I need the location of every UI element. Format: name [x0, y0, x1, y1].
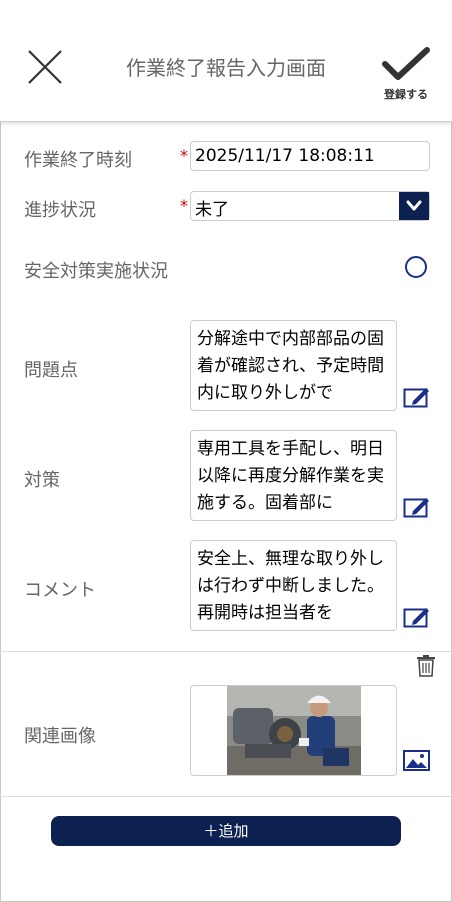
- image-icon[interactable]: [403, 750, 430, 771]
- progress-select[interactable]: 未了: [190, 191, 430, 221]
- trash-icon[interactable]: [415, 654, 437, 678]
- problem-label: 問題点: [24, 360, 78, 381]
- problem-textarea[interactable]: 分解途中で内部部品の固着が確認され、予定時間内に取り外しがで: [190, 320, 397, 411]
- save-label: 登録する: [384, 88, 428, 101]
- related-image-box[interactable]: [190, 685, 397, 776]
- progress-value: 未了: [195, 200, 229, 220]
- save-button[interactable]: 登録する: [376, 44, 436, 110]
- checkmark-icon: [382, 47, 430, 80]
- edit-icon[interactable]: [403, 495, 431, 519]
- safety-label: 安全対策実施状況: [24, 261, 168, 282]
- header-bar: 作業終了報告入力画面 登録する: [0, 0, 452, 122]
- measure-label: 対策: [24, 470, 60, 491]
- chevron-down-icon[interactable]: [399, 192, 429, 220]
- page-title: 作業終了報告入力画面: [126, 56, 326, 80]
- section-divider: [0, 651, 452, 652]
- edit-icon[interactable]: [403, 605, 431, 629]
- end-time-field[interactable]: 2025/11/17 18:08:11: [190, 141, 430, 171]
- section-divider: [0, 796, 452, 797]
- measure-textarea[interactable]: 専用工具を手配し、明日以降に再度分解作業を実施する。固着部に: [190, 430, 397, 521]
- required-mark: *: [180, 196, 188, 215]
- progress-label: 進捗状況: [24, 200, 96, 221]
- add-button[interactable]: ＋追加: [51, 816, 401, 846]
- close-icon[interactable]: [24, 46, 66, 88]
- edit-icon[interactable]: [403, 385, 431, 409]
- comment-label: コメント: [24, 580, 96, 601]
- required-mark: *: [180, 146, 188, 165]
- end-time-label: 作業終了時刻: [24, 150, 132, 171]
- comment-textarea[interactable]: 安全上、無理な取り外しは行わず中断しました。再開時は担当者を: [190, 540, 397, 631]
- related-images-label: 関連画像: [24, 726, 96, 747]
- safety-radio[interactable]: [405, 256, 427, 278]
- worker-photo: [227, 686, 361, 775]
